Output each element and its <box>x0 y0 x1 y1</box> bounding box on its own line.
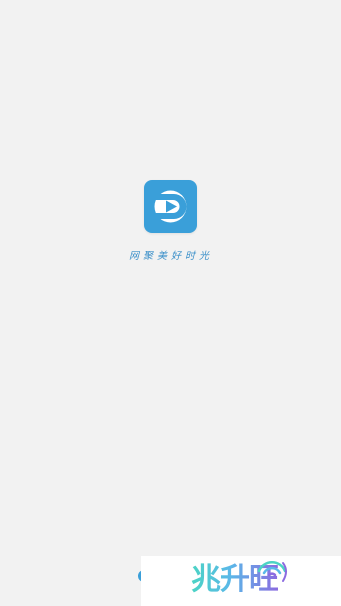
watermark: 兆升旺 <box>141 556 341 606</box>
app-slogan: 网聚美好时光 <box>129 251 213 262</box>
splash-screen: 网聚美好时光 兆升旺 <box>0 0 341 606</box>
app-logo-icon <box>144 180 197 233</box>
wifi-wave-icon <box>253 557 291 583</box>
